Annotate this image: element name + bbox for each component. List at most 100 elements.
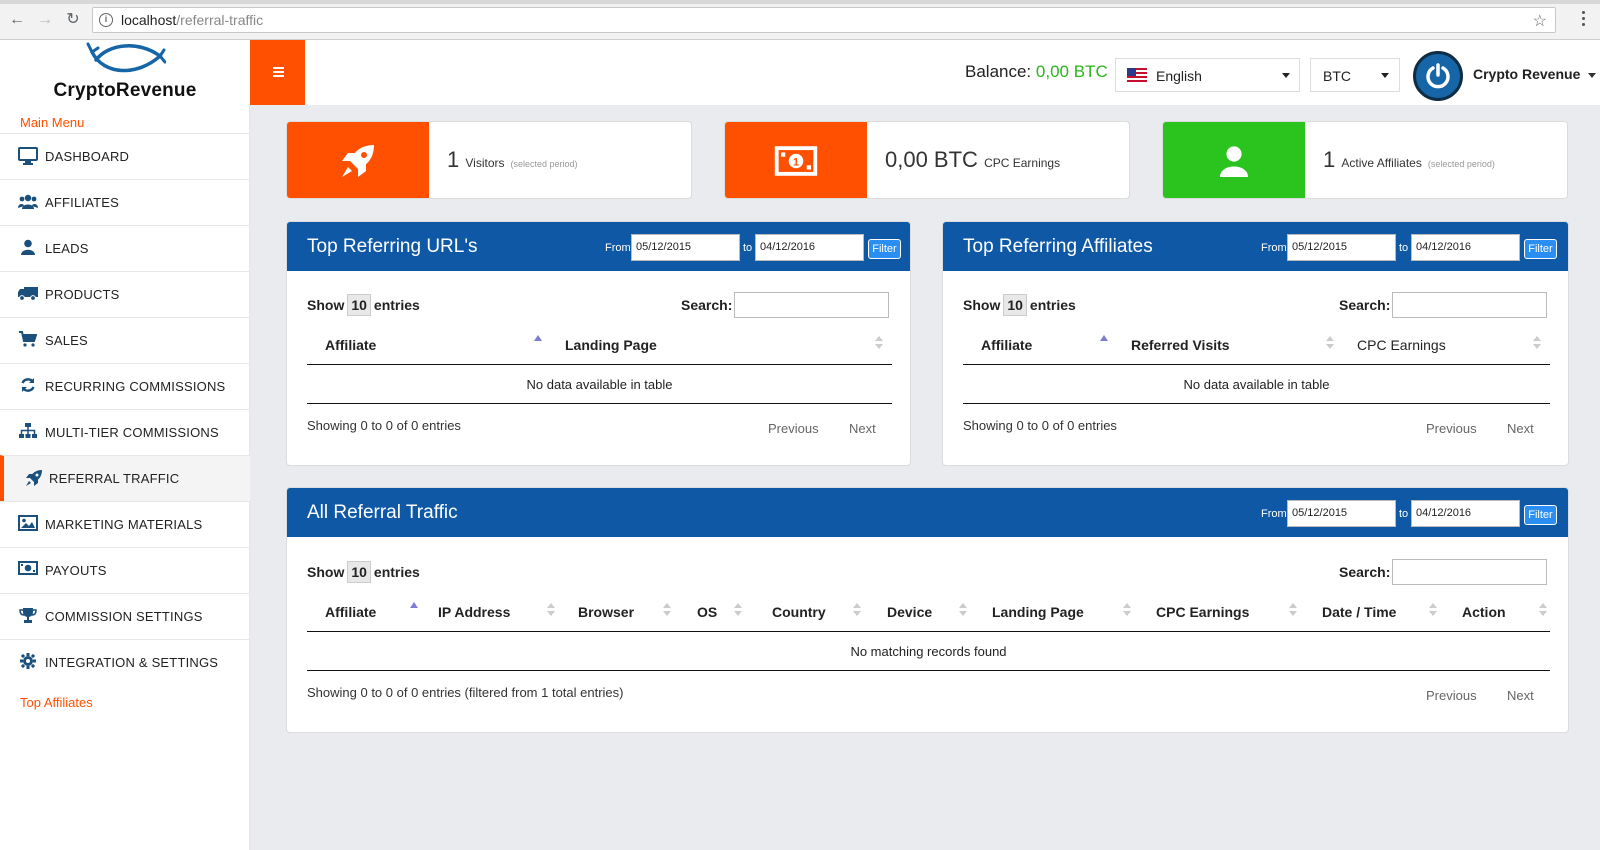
currency-value: BTC — [1323, 68, 1351, 84]
sidebar-item-referral-traffic[interactable]: REFERRAL TRAFFIC — [0, 455, 250, 501]
next-page-button[interactable]: Next — [1507, 421, 1534, 436]
column-header-date-time[interactable]: Date / Time — [1322, 604, 1396, 620]
filter-button[interactable]: Filter — [1524, 239, 1557, 259]
sort-icon — [1326, 336, 1334, 350]
user-name: Crypto Revenue — [1473, 66, 1581, 82]
column-header-affiliate[interactable]: Affiliate — [325, 337, 376, 353]
column-header-country[interactable]: Country — [772, 604, 826, 620]
avatar[interactable] — [1413, 51, 1463, 101]
stat-value: 1 — [447, 147, 460, 172]
column-header-referred-visits[interactable]: Referred Visits — [1131, 337, 1230, 353]
search-input[interactable] — [1392, 292, 1547, 318]
to-date-input[interactable]: 04/12/2016 — [1411, 234, 1520, 261]
sidebar-item-recurring-commissions[interactable]: RECURRING COMMISSIONS — [0, 363, 250, 409]
page-length-select[interactable]: 10 — [347, 294, 371, 316]
sidebar-item-marketing-materials[interactable]: MARKETING MATERIALS — [0, 501, 250, 547]
rocket-icon — [24, 469, 44, 489]
sidebar-item-leads[interactable]: LEADS — [0, 225, 250, 271]
sidebar-item-label: DASHBOARD — [45, 149, 130, 164]
sidebar-item-label: AFFILIATES — [45, 195, 119, 210]
to-date-input[interactable]: 04/12/2016 — [755, 234, 864, 261]
svg-text:1: 1 — [793, 156, 799, 168]
balance-label: Balance: — [965, 62, 1032, 81]
language-value: English — [1156, 68, 1202, 84]
column-header-cpc-earnings[interactable]: CPC Earnings — [1156, 604, 1249, 620]
sidebar-item-dashboard[interactable]: DASHBOARD — [0, 133, 250, 179]
stat-box-active-affiliates: 1 Active Affiliates (selected period) — [1162, 121, 1568, 199]
address-bar[interactable]: i localhost/referral-traffic ☆ — [92, 7, 1556, 33]
info-icon[interactable]: i — [99, 13, 113, 27]
column-header-cpc-earnings[interactable]: CPC Earnings — [1357, 337, 1446, 353]
column-header-os[interactable]: OS — [697, 604, 717, 620]
back-icon[interactable]: ← — [8, 11, 26, 29]
column-header-device[interactable]: Device — [887, 604, 932, 620]
to-label: to — [1399, 508, 1409, 520]
column-header-affiliate[interactable]: Affiliate — [325, 604, 376, 620]
currency-select[interactable]: BTC — [1310, 58, 1400, 92]
previous-page-button[interactable]: Previous — [768, 421, 819, 436]
next-page-button[interactable]: Next — [849, 421, 876, 436]
next-page-button[interactable]: Next — [1507, 688, 1534, 703]
from-date-input[interactable]: 05/12/2015 — [631, 234, 740, 261]
table-info: Showing 0 to 0 of 0 entries (filtered fr… — [307, 685, 624, 700]
search-input[interactable] — [734, 292, 889, 318]
from-label: From — [1261, 242, 1287, 254]
rocket-icon — [287, 122, 429, 198]
balance-value: 0,00 BTC — [1035, 62, 1108, 81]
tab-strip — [0, 0, 1600, 4]
empty-table-message: No data available in table — [526, 377, 673, 392]
browser-menu-icon[interactable] — [1582, 11, 1586, 29]
to-label: to — [743, 242, 753, 254]
all-referral-traffic-panel: All Referral Traffic From 05/12/2015 to … — [286, 487, 1569, 733]
sidebar-item-sales[interactable]: SALES — [0, 317, 250, 363]
sidebar-item-label: PAYOUTS — [45, 563, 107, 578]
from-date-input[interactable]: 05/12/2015 — [1287, 500, 1396, 527]
top-referring-affiliates-panel: Top Referring Affiliates From 05/12/2015… — [942, 221, 1569, 466]
filter-button[interactable]: Filter — [868, 239, 901, 259]
column-header-affiliate[interactable]: Affiliate — [981, 337, 1032, 353]
menu-toggle-button[interactable] — [250, 40, 305, 105]
stat-box-visitors: 1 Visitors (selected period) — [286, 121, 692, 199]
column-header-action[interactable]: Action — [1462, 604, 1506, 620]
from-label: From — [1261, 508, 1287, 520]
sidebar-item-multi-tier-commissions[interactable]: MULTI-TIER COMMISSIONS — [0, 409, 250, 455]
trophy-icon — [18, 607, 38, 627]
logo[interactable]: CryptoRevenue — [0, 40, 250, 105]
panel-title: Top Referring Affiliates — [963, 236, 1153, 257]
column-header-landing-page[interactable]: Landing Page — [565, 337, 657, 353]
forward-icon[interactable]: → — [36, 11, 54, 29]
sidebar-item-label: MULTI-TIER COMMISSIONS — [45, 425, 219, 440]
sort-icon — [1289, 603, 1297, 617]
language-select[interactable]: English — [1115, 58, 1300, 92]
show-entries: Show 10 entries — [963, 294, 1076, 316]
sidebar-item-commission-settings[interactable]: COMMISSION SETTINGS — [0, 593, 250, 639]
stat-value: 1 — [1323, 147, 1336, 172]
search-input[interactable] — [1392, 559, 1547, 585]
search-label: Search: — [1339, 297, 1391, 313]
sidebar-item-payouts[interactable]: PAYOUTS — [0, 547, 250, 593]
to-date-input[interactable]: 04/12/2016 — [1411, 500, 1520, 527]
column-header-ip-address[interactable]: IP Address — [438, 604, 510, 620]
sidebar-item-products[interactable]: PRODUCTS — [0, 271, 250, 317]
previous-page-button[interactable]: Previous — [1426, 688, 1477, 703]
page-length-select[interactable]: 10 — [1003, 294, 1027, 316]
column-header-browser[interactable]: Browser — [578, 604, 634, 620]
column-header-landing-page[interactable]: Landing Page — [992, 604, 1084, 620]
bookmark-star-icon[interactable]: ☆ — [1533, 11, 1547, 31]
user-menu[interactable]: Crypto Revenue — [1473, 66, 1597, 82]
sort-asc-icon — [410, 602, 418, 608]
previous-page-button[interactable]: Previous — [1426, 421, 1477, 436]
brand-name: CryptoRevenue — [53, 80, 197, 101]
sidebar-item-integration-settings[interactable]: INTEGRATION & SETTINGS — [0, 639, 250, 685]
page-length-select[interactable]: 10 — [347, 561, 371, 583]
reload-icon[interactable]: ↻ — [64, 11, 82, 29]
chevron-down-icon — [1282, 73, 1290, 78]
from-date-input[interactable]: 05/12/2015 — [1287, 234, 1396, 261]
sidebar-item-affiliates[interactable]: AFFILIATES — [0, 179, 250, 225]
sidebar-item-label: RECURRING COMMISSIONS — [45, 379, 226, 394]
sidebar: Main Menu DASHBOARD AFFILIATES LEADS PRODUC… — [0, 105, 250, 850]
filter-button[interactable]: Filter — [1524, 505, 1557, 525]
sidebar-item-label: REFERRAL TRAFFIC — [49, 471, 180, 486]
money-icon — [18, 561, 38, 581]
sidebar-item-label: LEADS — [45, 241, 89, 256]
